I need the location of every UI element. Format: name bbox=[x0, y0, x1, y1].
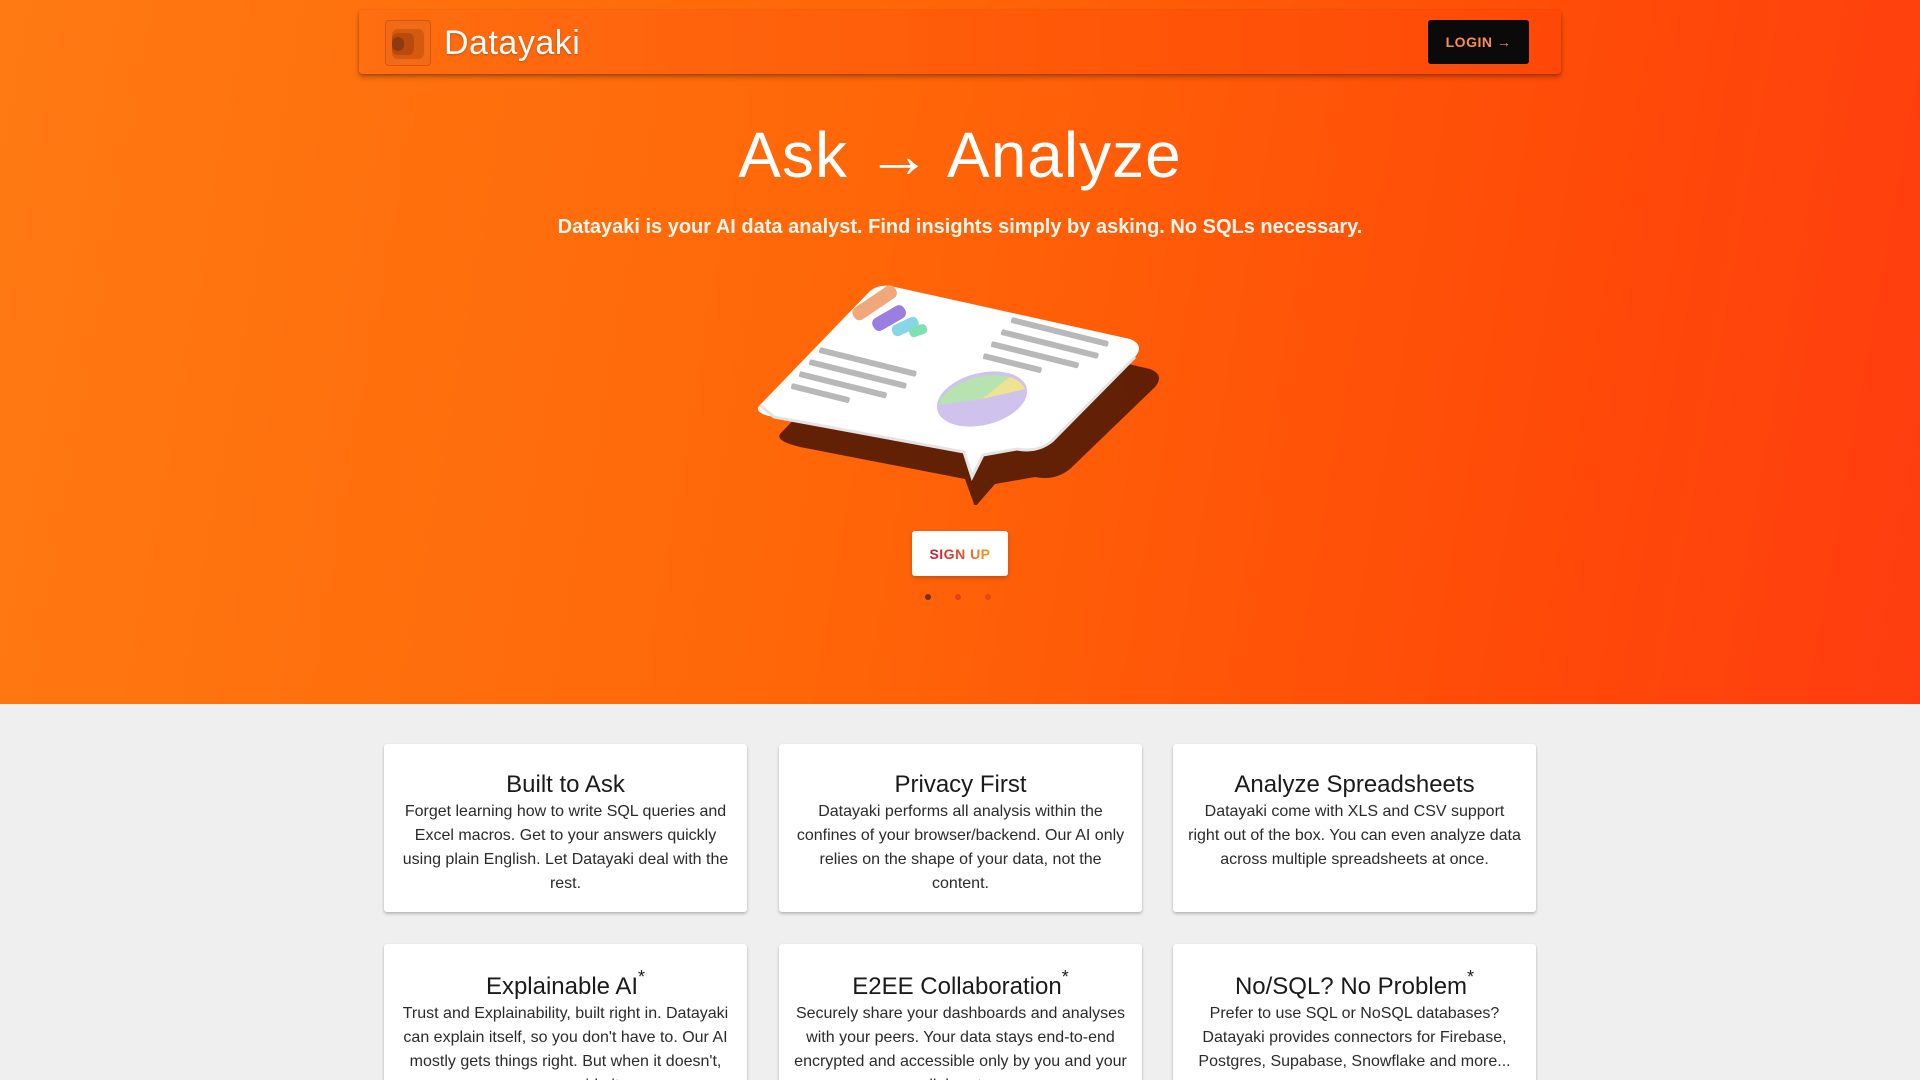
carousel-dot-3[interactable] bbox=[985, 594, 991, 600]
carousel-dot-2[interactable] bbox=[955, 594, 961, 600]
hero-section: Datayaki LOGIN → Ask → Analyze Datayaki … bbox=[0, 0, 1920, 704]
brand-name[interactable]: Datayaki bbox=[444, 24, 580, 63]
datayaki-logo-icon[interactable] bbox=[385, 20, 431, 66]
feature-card-analyze-spreadsheets: Analyze Spreadsheets Datayaki come with … bbox=[1173, 744, 1536, 912]
hero-title: Ask → Analyze bbox=[738, 119, 1182, 191]
feature-card-e2ee-collaboration: E2EE Collaboration* Securely share your … bbox=[779, 944, 1142, 1080]
feature-title: No/SQL? No Problem* bbox=[1234, 967, 1475, 1000]
carousel-indicators bbox=[925, 594, 995, 604]
login-button[interactable]: LOGIN → bbox=[1428, 20, 1529, 64]
carousel-dot-1[interactable] bbox=[925, 594, 931, 600]
feature-title: E2EE Collaboration* bbox=[852, 967, 1069, 1000]
feature-title: Analyze Spreadsheets bbox=[1234, 771, 1475, 798]
feature-title: Privacy First bbox=[894, 771, 1027, 798]
feature-body: Securely share your dashboards and analy… bbox=[794, 1005, 1127, 1080]
feature-body: Forget learning how to write SQL queries… bbox=[402, 803, 729, 892]
sign-up-button[interactable]: SIGN UP bbox=[912, 531, 1008, 576]
hero-subtitle: Datayaki is your AI data analyst. Find i… bbox=[557, 216, 1363, 238]
feature-card-built-to-ask: Built to Ask Forget learning how to writ… bbox=[384, 744, 747, 912]
dashboard-chat-bubble-illustration bbox=[757, 285, 1159, 505]
feature-card-privacy-first: Privacy First Datayaki performs all anal… bbox=[779, 744, 1142, 912]
feature-card-no-sql: No/SQL? No Problem* Prefer to use SQL or… bbox=[1173, 944, 1536, 1080]
feature-body: Datayaki performs all analysis within th… bbox=[796, 803, 1125, 892]
feature-body: Trust and Explainability, built right in… bbox=[402, 1005, 729, 1080]
feature-title: Explainable AI* bbox=[485, 967, 646, 1000]
navbar: Datayaki LOGIN → bbox=[359, 10, 1561, 74]
feature-body: Prefer to use SQL or NoSQL databases? Da… bbox=[1198, 1005, 1511, 1070]
feature-body: Datayaki come with XLS and CSV support r… bbox=[1188, 803, 1521, 868]
feature-card-explainable-ai: Explainable AI* Trust and Explainability… bbox=[384, 944, 747, 1080]
feature-title: Built to Ask bbox=[506, 771, 625, 798]
